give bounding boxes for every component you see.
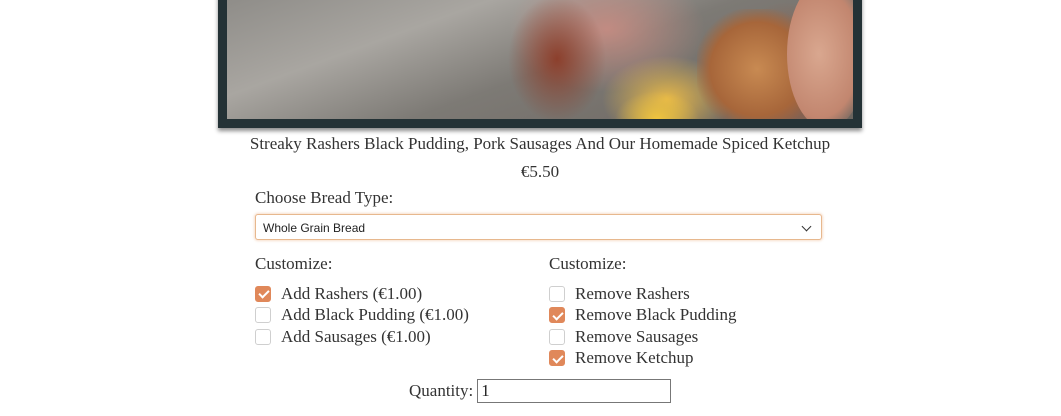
product-image — [227, 0, 853, 119]
option-label: Remove Rashers — [575, 283, 690, 303]
bread-type-select[interactable]: Whole Grain Bread — [255, 214, 822, 240]
quantity-label: Quantity: — [409, 381, 474, 400]
checkbox-remove-ketchup[interactable] — [549, 350, 565, 367]
checkbox-add-sausages[interactable] — [255, 328, 271, 345]
option-add-rashers[interactable]: Add Rashers (€1.00) — [255, 283, 469, 305]
option-label: Add Rashers (€1.00) — [281, 283, 423, 303]
product-image-frame — [218, 0, 862, 128]
product-price: €5.50 — [520, 162, 560, 181]
option-remove-ketchup[interactable]: Remove Ketchup — [549, 348, 736, 370]
option-remove-black-pudding[interactable]: Remove Black Pudding — [549, 305, 736, 327]
chevron-down-icon — [801, 221, 812, 232]
option-remove-rashers[interactable]: Remove Rashers — [549, 283, 736, 305]
checkbox-add-rashers[interactable] — [255, 285, 271, 302]
customize-remove-title: Customize: — [549, 254, 627, 273]
customize-add-group: Customize: Add Rashers (€1.00) Add Black… — [255, 254, 469, 348]
option-label: Add Black Pudding (€1.00) — [281, 305, 469, 325]
hand-shape — [787, 0, 853, 119]
checkbox-remove-black-pudding[interactable] — [549, 307, 565, 324]
option-add-sausages[interactable]: Add Sausages (€1.00) — [255, 326, 469, 348]
option-label: Remove Black Pudding — [575, 305, 737, 325]
checkbox-remove-sausages[interactable] — [549, 328, 565, 345]
quantity-input[interactable]: 1 — [477, 379, 672, 403]
bread-type-label: Choose Bread Type: — [255, 188, 394, 207]
option-label: Add Sausages (€1.00) — [281, 326, 431, 346]
bread-type-selected-value: Whole Grain Bread — [263, 221, 366, 235]
option-label: Remove Ketchup — [575, 348, 694, 368]
customize-add-title: Customize: — [255, 254, 333, 273]
checkbox-remove-rashers[interactable] — [549, 285, 565, 302]
checkbox-add-black-pudding[interactable] — [255, 307, 271, 324]
option-add-black-pudding[interactable]: Add Black Pudding (€1.00) — [255, 305, 469, 327]
quantity-row: Quantity: 1 — [409, 379, 672, 403]
customize-remove-group: Customize: Remove Rashers Remove Black P… — [549, 254, 736, 369]
product-title: Streaky Rashers Black Pudding, Pork Saus… — [249, 134, 831, 153]
option-remove-sausages[interactable]: Remove Sausages — [549, 326, 736, 348]
option-label: Remove Sausages — [575, 326, 699, 346]
